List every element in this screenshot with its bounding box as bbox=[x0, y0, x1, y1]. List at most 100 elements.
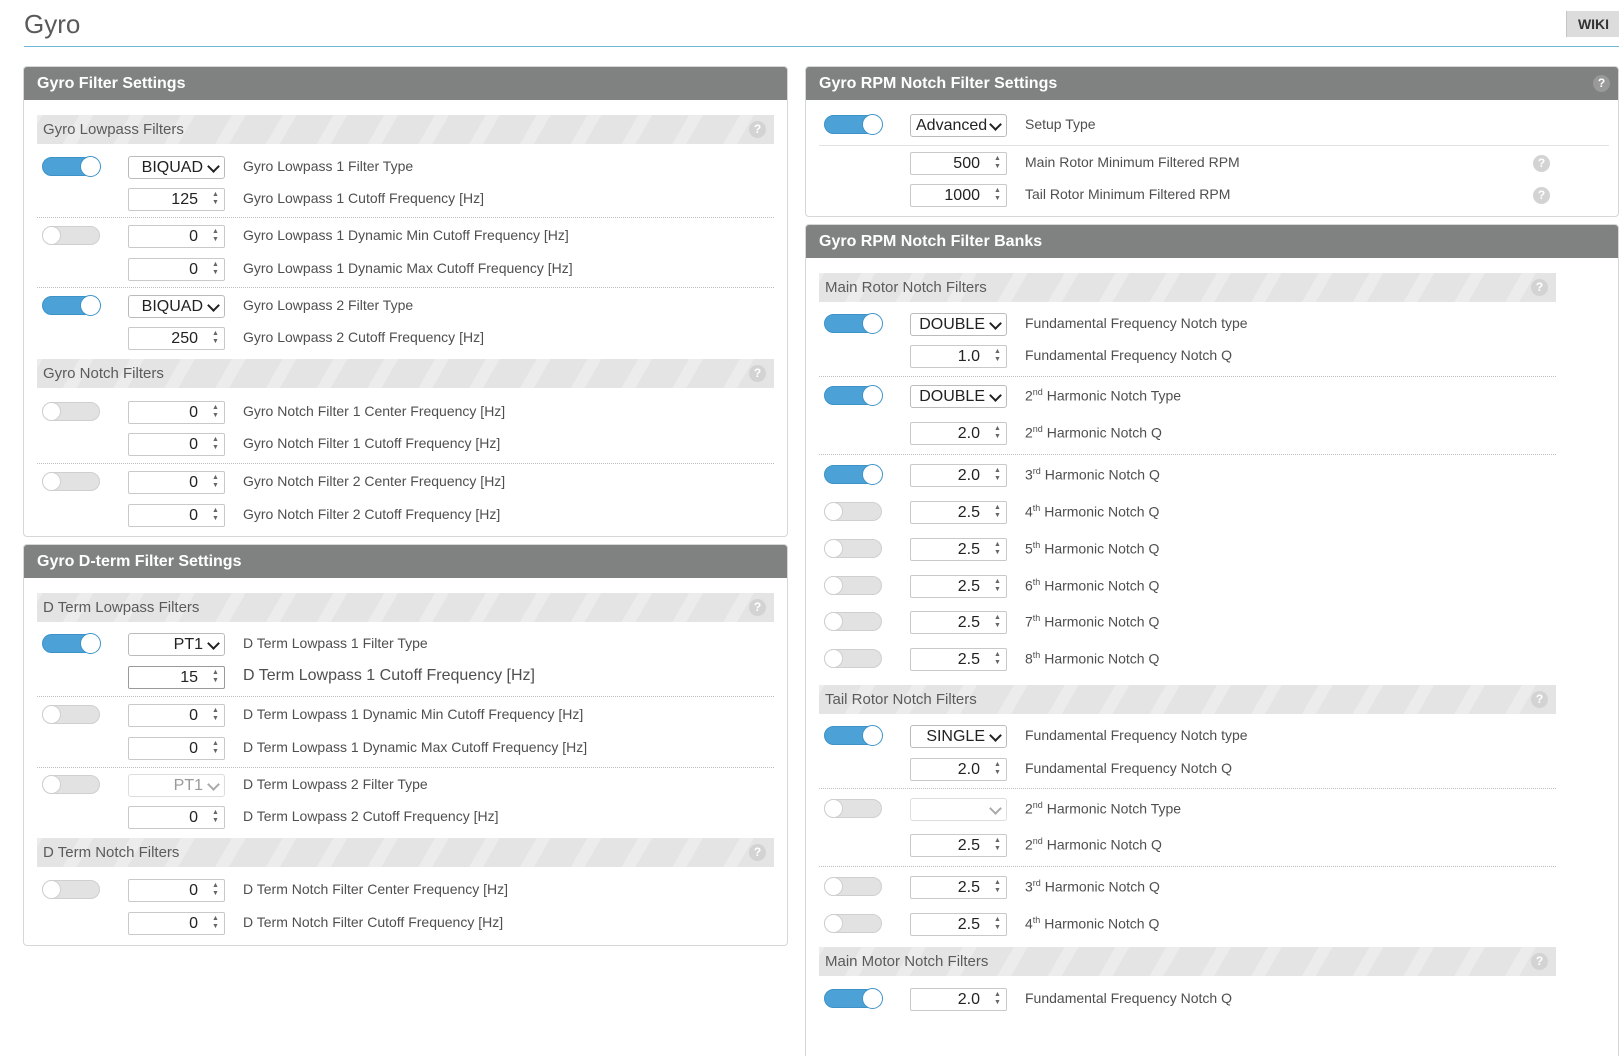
toggle-switch[interactable] bbox=[42, 156, 101, 177]
notch-type-select[interactable] bbox=[910, 798, 1007, 821]
spinner-arrows-icon[interactable]: ▲ ▼ bbox=[210, 507, 221, 524]
help-icon[interactable]: ? bbox=[749, 121, 766, 138]
spinner-arrows-icon[interactable]: ▲ ▼ bbox=[992, 879, 1003, 896]
toggle-switch[interactable] bbox=[42, 705, 100, 724]
spinner-arrows-icon[interactable]: ▲ ▼ bbox=[210, 404, 221, 421]
number-input[interactable]: 0 ▲ ▼ bbox=[128, 504, 225, 527]
number-input[interactable]: 0 ▲ ▼ bbox=[128, 401, 225, 424]
number-input[interactable]: 2.0 ▲ ▼ bbox=[910, 758, 1007, 781]
toggle-switch[interactable] bbox=[824, 313, 883, 334]
setup-type-select[interactable]: Advanced bbox=[910, 114, 1007, 137]
spinner-arrows-icon[interactable]: ▲ ▼ bbox=[992, 504, 1003, 521]
help-icon[interactable]: ? bbox=[749, 844, 766, 861]
toggle-switch[interactable] bbox=[824, 502, 882, 521]
notch-type-select[interactable]: DOUBLE bbox=[910, 313, 1007, 336]
help-icon[interactable]: ? bbox=[1531, 953, 1548, 970]
help-icon[interactable]: ? bbox=[1593, 75, 1610, 92]
spinner-arrows-icon[interactable]: ▲ ▼ bbox=[992, 348, 1003, 365]
spinner-arrows-icon[interactable]: ▲ ▼ bbox=[210, 809, 221, 826]
number-input[interactable]: 0 ▲ ▼ bbox=[128, 912, 225, 935]
help-icon[interactable]: ? bbox=[749, 365, 766, 382]
number-input[interactable]: 2.5 ▲ ▼ bbox=[910, 575, 1007, 598]
number-input[interactable]: 2.5 ▲ ▼ bbox=[910, 648, 1007, 671]
spinner-arrows-icon[interactable]: ▲ ▼ bbox=[992, 651, 1003, 668]
spinner-arrows-icon[interactable]: ▲ ▼ bbox=[992, 614, 1003, 631]
number-input[interactable]: 2.5 ▲ ▼ bbox=[910, 611, 1007, 634]
number-input[interactable]: 0 ▲ ▼ bbox=[128, 225, 225, 248]
help-icon[interactable]: ? bbox=[1533, 155, 1550, 172]
toggle-switch[interactable] bbox=[824, 576, 882, 595]
number-input[interactable]: 1000 ▲ ▼ bbox=[910, 184, 1007, 207]
toggle-switch[interactable] bbox=[824, 799, 882, 818]
toggle-switch[interactable] bbox=[824, 877, 882, 896]
spinner-arrows-icon[interactable]: ▲ ▼ bbox=[992, 991, 1003, 1008]
toggle-switch[interactable] bbox=[824, 385, 883, 406]
spinner-arrows-icon[interactable]: ▲ ▼ bbox=[992, 187, 1003, 204]
number-input[interactable]: 0 ▲ ▼ bbox=[128, 879, 225, 902]
spinner-arrows-icon[interactable]: ▲ ▼ bbox=[210, 474, 221, 491]
number-input[interactable]: 2.0 ▲ ▼ bbox=[910, 464, 1007, 487]
spinner-arrows-icon[interactable]: ▲ ▼ bbox=[992, 837, 1003, 854]
number-input[interactable]: 2.5 ▲ ▼ bbox=[910, 913, 1007, 936]
spinner-arrows-icon[interactable]: ▲ ▼ bbox=[210, 436, 221, 453]
filter-type-select[interactable]: BIQUAD bbox=[128, 156, 225, 179]
number-input[interactable]: 0 ▲ ▼ bbox=[128, 806, 225, 829]
number-input[interactable]: 2.5 ▲ ▼ bbox=[910, 501, 1007, 524]
toggle-switch[interactable] bbox=[824, 539, 882, 558]
number-input[interactable]: 2.5 ▲ ▼ bbox=[910, 538, 1007, 561]
spinner-arrows-icon[interactable]: ▲ ▼ bbox=[210, 740, 221, 757]
number-input[interactable]: 2.0 ▲ ▼ bbox=[910, 988, 1007, 1011]
spinner-arrows-icon[interactable]: ▲ ▼ bbox=[210, 707, 221, 724]
number-input[interactable]: 2.0 ▲ ▼ bbox=[910, 422, 1007, 445]
number-input[interactable]: 2.5 ▲ ▼ bbox=[910, 876, 1007, 899]
number-input[interactable]: 500 ▲ ▼ bbox=[910, 152, 1007, 175]
toggle-switch[interactable] bbox=[824, 612, 882, 631]
spinner-arrows-icon[interactable]: ▲ ▼ bbox=[210, 915, 221, 932]
notch-type-select[interactable]: DOUBLE bbox=[910, 385, 1007, 408]
number-input[interactable]: 2.5 ▲ ▼ bbox=[910, 834, 1007, 857]
toggle-switch[interactable] bbox=[42, 880, 100, 899]
toggle-switch[interactable] bbox=[42, 472, 100, 491]
filter-type-select[interactable]: PT1 bbox=[128, 774, 225, 797]
number-input[interactable]: 15 ▲ ▼ bbox=[128, 666, 225, 689]
spinner-arrows-icon[interactable]: ▲ ▼ bbox=[992, 916, 1003, 933]
spinner-arrows-icon[interactable]: ▲ ▼ bbox=[992, 541, 1003, 558]
number-input[interactable]: 0 ▲ ▼ bbox=[128, 471, 225, 494]
wiki-button[interactable]: WIKI bbox=[1566, 11, 1619, 37]
toggle-switch[interactable] bbox=[42, 295, 101, 316]
toggle-switch[interactable] bbox=[824, 649, 882, 668]
spinner-arrows-icon[interactable]: ▲ ▼ bbox=[210, 191, 221, 208]
spinner-arrows-icon[interactable]: ▲ ▼ bbox=[992, 578, 1003, 595]
toggle-switch[interactable] bbox=[42, 226, 100, 245]
toggle-switch[interactable] bbox=[824, 914, 882, 933]
spinner-arrows-icon[interactable]: ▲ ▼ bbox=[992, 467, 1003, 484]
number-input[interactable]: 250 ▲ ▼ bbox=[128, 327, 225, 350]
number-input[interactable]: 1.0 ▲ ▼ bbox=[910, 345, 1007, 368]
filter-type-select[interactable]: BIQUAD bbox=[128, 295, 225, 318]
number-input[interactable]: 125 ▲ ▼ bbox=[128, 188, 225, 211]
help-icon[interactable]: ? bbox=[1533, 187, 1550, 204]
number-input[interactable]: 0 ▲ ▼ bbox=[128, 258, 225, 281]
number-input[interactable]: 0 ▲ ▼ bbox=[128, 704, 225, 727]
toggle-switch[interactable] bbox=[824, 464, 883, 485]
toggle-switch[interactable] bbox=[824, 725, 883, 746]
spinner-arrows-icon[interactable]: ▲ ▼ bbox=[210, 261, 221, 278]
spinner-arrows-icon[interactable]: ▲ ▼ bbox=[992, 761, 1003, 778]
number-input[interactable]: 0 ▲ ▼ bbox=[128, 433, 225, 456]
toggle-switch[interactable] bbox=[42, 633, 101, 654]
filter-type-select[interactable]: PT1 bbox=[128, 633, 225, 656]
toggle-switch[interactable] bbox=[824, 988, 883, 1009]
spinner-arrows-icon[interactable]: ▲ ▼ bbox=[992, 155, 1003, 172]
help-icon[interactable]: ? bbox=[1531, 279, 1548, 296]
spinner-arrows-icon[interactable]: ▲ ▼ bbox=[210, 669, 221, 686]
notch-type-select[interactable]: SINGLE bbox=[910, 725, 1007, 748]
spinner-arrows-icon[interactable]: ▲ ▼ bbox=[210, 882, 221, 899]
help-icon[interactable]: ? bbox=[1531, 691, 1548, 708]
toggle-switch[interactable] bbox=[824, 114, 883, 135]
spinner-arrows-icon[interactable]: ▲ ▼ bbox=[992, 425, 1003, 442]
toggle-switch[interactable] bbox=[42, 775, 100, 794]
toggle-switch[interactable] bbox=[42, 402, 100, 421]
spinner-arrows-icon[interactable]: ▲ ▼ bbox=[210, 228, 221, 245]
spinner-arrows-icon[interactable]: ▲ ▼ bbox=[210, 330, 221, 347]
help-icon[interactable]: ? bbox=[749, 599, 766, 616]
